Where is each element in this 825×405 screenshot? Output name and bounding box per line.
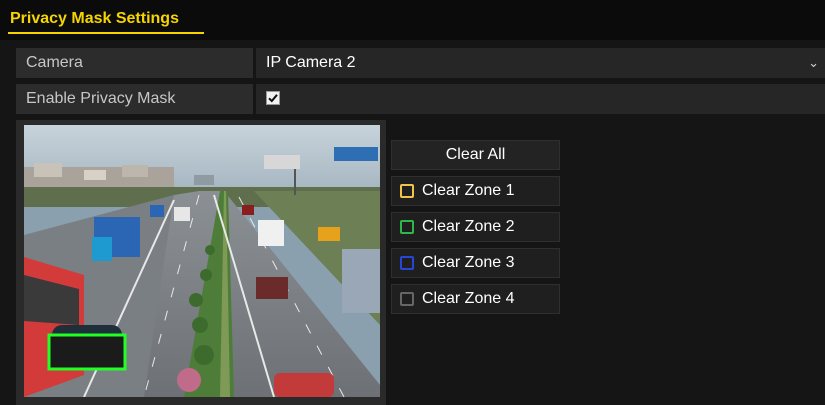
clear-zone-2-button[interactable]: Clear Zone 2 bbox=[391, 212, 560, 242]
enable-mask-checkbox[interactable] bbox=[266, 91, 280, 105]
clear-zone-4-label: Clear Zone 4 bbox=[422, 290, 515, 307]
clear-zone-4-button[interactable]: Clear Zone 4 bbox=[391, 284, 560, 314]
camera-select-value: IP Camera 2 bbox=[266, 54, 356, 71]
checkmark-icon bbox=[268, 94, 278, 103]
highway-scene-image bbox=[24, 125, 380, 397]
camera-select[interactable]: IP Camera 2 ⌄ bbox=[256, 48, 825, 78]
zone-2-swatch bbox=[400, 220, 414, 234]
clear-all-button[interactable]: Clear All bbox=[391, 140, 560, 170]
header-bar: Privacy Mask Settings bbox=[0, 0, 825, 40]
enable-mask-value bbox=[256, 84, 825, 114]
clear-zone-1-button[interactable]: Clear Zone 1 bbox=[391, 176, 560, 206]
zone-1-swatch bbox=[400, 184, 414, 198]
zone-4-swatch bbox=[400, 292, 414, 306]
title-underline bbox=[8, 32, 204, 34]
clear-zone-3-label: Clear Zone 3 bbox=[422, 254, 515, 271]
clear-zone-3-button[interactable]: Clear Zone 3 bbox=[391, 248, 560, 278]
page-title: Privacy Mask Settings bbox=[10, 10, 179, 27]
clear-zone-1-label: Clear Zone 1 bbox=[422, 182, 515, 199]
zone-3-swatch bbox=[400, 256, 414, 270]
camera-label: Camera bbox=[16, 48, 253, 78]
mask-zone-1[interactable] bbox=[47, 333, 127, 371]
camera-preview[interactable] bbox=[24, 125, 380, 397]
clear-zone-2-label: Clear Zone 2 bbox=[422, 218, 515, 235]
enable-mask-label: Enable Privacy Mask bbox=[16, 84, 253, 114]
chevron-down-icon[interactable]: ⌄ bbox=[808, 48, 819, 78]
privacy-mask-window: Privacy Mask Settings Camera IP Camera 2… bbox=[0, 0, 825, 405]
